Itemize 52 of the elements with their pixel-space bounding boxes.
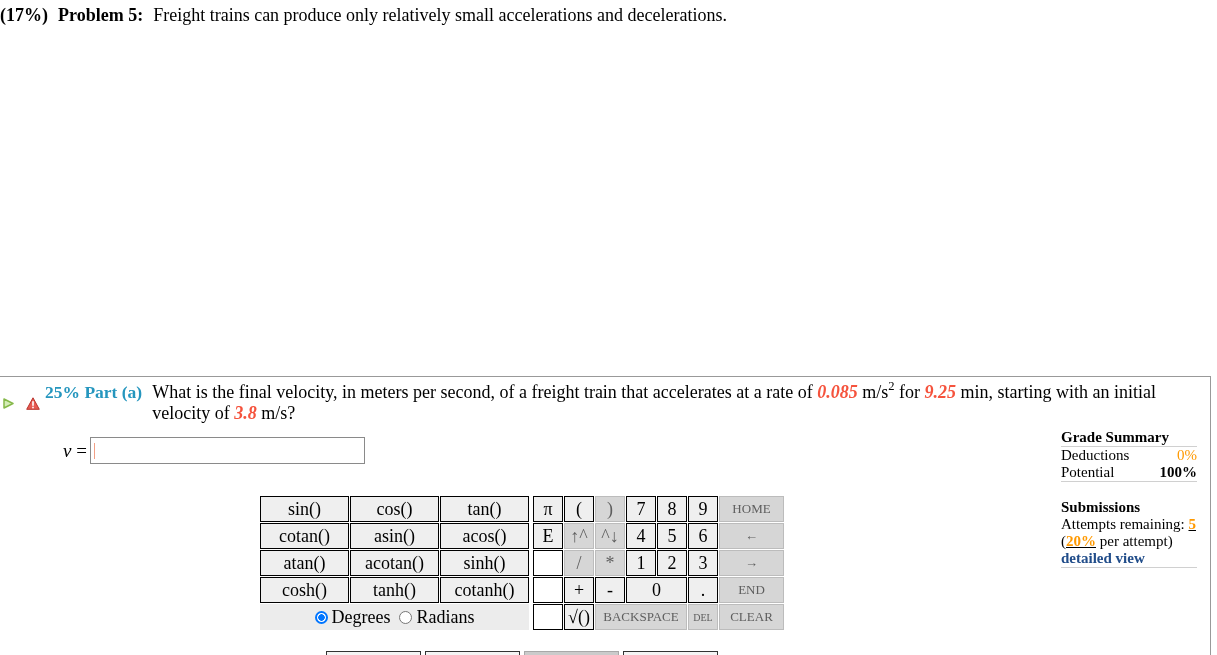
submissions-title: Submissions bbox=[1061, 499, 1142, 516]
submissions-text: Attempts remaining: 5 bbox=[1061, 516, 1197, 533]
keypad-key[interactable]: . bbox=[688, 577, 718, 603]
keypad-key[interactable]: 7 bbox=[626, 496, 656, 522]
detailed-view-link[interactable]: detailed view bbox=[1061, 550, 1145, 566]
radio-label[interactable]: Degrees bbox=[331, 606, 391, 628]
problem-title: Problem 5: bbox=[58, 5, 144, 26]
function-key[interactable]: asin() bbox=[350, 523, 439, 549]
function-key[interactable]: atan() bbox=[260, 550, 349, 576]
keypad-key[interactable]: 8 bbox=[657, 496, 687, 522]
keypad-key[interactable]: π bbox=[533, 496, 563, 522]
keypad-key[interactable]: 6 bbox=[688, 523, 718, 549]
function-key[interactable]: tanh() bbox=[350, 577, 439, 603]
grade-value: 0% bbox=[1177, 447, 1197, 464]
keypad-key[interactable]: 5 bbox=[657, 523, 687, 549]
function-key[interactable]: acos() bbox=[440, 523, 529, 549]
problem-weight: (17%) bbox=[0, 5, 48, 26]
keypad-key[interactable]: 1 bbox=[626, 550, 656, 576]
radio-button[interactable] bbox=[399, 610, 413, 624]
keypad-key[interactable]: - bbox=[595, 577, 625, 603]
keypad-key[interactable]: ( bbox=[564, 496, 594, 522]
keypad-key[interactable]: √() bbox=[564, 604, 594, 630]
answer-field[interactable] bbox=[90, 437, 365, 464]
function-key[interactable]: acotan() bbox=[350, 550, 439, 576]
function-key[interactable]: cotanh() bbox=[440, 577, 529, 603]
keypad-key[interactable]: 2 bbox=[657, 550, 687, 576]
submissions-text: (20% per attempt) bbox=[1061, 533, 1174, 550]
action-button[interactable] bbox=[623, 651, 718, 655]
play-icon[interactable] bbox=[3, 397, 14, 409]
answer-label: v = bbox=[62, 439, 88, 462]
action-button[interactable] bbox=[326, 651, 421, 655]
keypad-key[interactable]: E bbox=[533, 523, 563, 549]
radio-label[interactable]: Radians bbox=[416, 606, 475, 628]
keypad-key[interactable]: 9 bbox=[688, 496, 718, 522]
function-key[interactable]: tan() bbox=[440, 496, 529, 522]
action-button[interactable] bbox=[425, 651, 520, 655]
question-text: What is the final velocity, in meters per second, of a freight train that accelerates at a rate of 0.085 m/s$^{2}$ for 9.25 min, starting with an initial velocity of 3.8 m/s? bbox=[152, 382, 1158, 424]
function-key[interactable]: sin() bbox=[260, 496, 349, 522]
grade-label: Potential bbox=[1061, 464, 1115, 481]
keypad-key[interactable]: 3 bbox=[688, 550, 718, 576]
function-key[interactable]: sinh() bbox=[440, 550, 529, 576]
function-key[interactable]: cos() bbox=[350, 496, 439, 522]
grade-value: 100% bbox=[1159, 464, 1197, 481]
keypad-key[interactable]: + bbox=[564, 577, 594, 603]
problem-statement: Freight trains can produce only relatively small accelerations and decelerations. bbox=[153, 5, 727, 26]
grade-label: Deductions bbox=[1061, 447, 1130, 464]
function-key[interactable]: cosh() bbox=[260, 577, 349, 603]
keypad-key[interactable]: 4 bbox=[626, 523, 656, 549]
grade-summary-title: Grade Summary bbox=[1061, 429, 1197, 447]
keypad-key[interactable]: 0 bbox=[626, 577, 687, 603]
function-key[interactable]: cotan() bbox=[260, 523, 349, 549]
radio-button[interactable] bbox=[314, 610, 328, 624]
